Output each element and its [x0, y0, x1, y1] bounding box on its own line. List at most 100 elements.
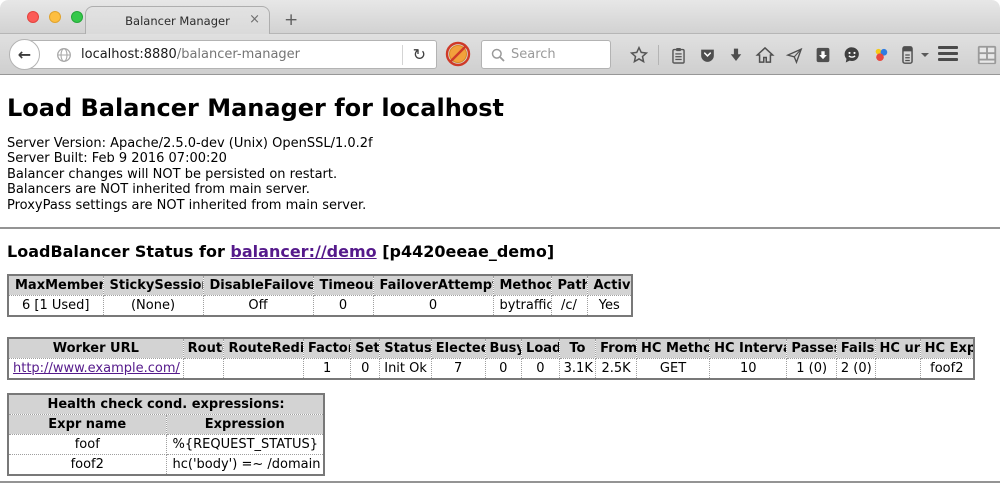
tab-balancer-manager[interactable]: Balancer Manager × [85, 6, 270, 34]
url-host: localhost:8880 [81, 47, 177, 62]
feedback-smiley-icon[interactable] [840, 43, 864, 67]
cell-factor: 1 [303, 359, 350, 380]
col-hc-expr: HC Expr [920, 338, 974, 359]
health-check-table: Health check cond. expressions: Expr nam… [7, 393, 325, 476]
table-header-row: Worker URL Route RouteRedir Factor Set S… [8, 338, 974, 359]
cell-routeredir [224, 359, 304, 380]
col-busy: Busy [485, 338, 522, 359]
table-row: http://www.example.com/ 1 0 Init Ok 7 0 … [8, 359, 974, 380]
toolbar-icon-row [627, 43, 929, 67]
url-bar[interactable]: localhost:8880/balancer-manager ↻ [24, 40, 437, 69]
title-bar: Balancer Manager × + [0, 0, 1000, 33]
window-controls [27, 11, 83, 23]
loadbalancer-status-heading: LoadBalancer Status for balancer://demo … [7, 242, 1000, 261]
server-version-line: Server Version: Apache/2.5.0-dev (Unix) … [7, 136, 1000, 151]
cell-expr-name: foof2 [8, 455, 166, 476]
menu-button[interactable] [938, 46, 958, 61]
col-factor: Factor [303, 338, 350, 359]
col-failoverattempts: FailoverAttempts [373, 275, 493, 296]
proxypass-inherit-line: ProxyPass settings are NOT inherited fro… [7, 198, 1000, 213]
home-icon[interactable] [753, 43, 777, 67]
minimize-window-button[interactable] [49, 11, 61, 23]
cell-timeout: 0 [313, 296, 373, 317]
search-icon [490, 47, 505, 62]
table-row: foof2 hc('body') =~ /domain is establish… [8, 455, 324, 476]
section-divider [0, 227, 1000, 229]
cell-fails: 2 (0) [836, 359, 875, 380]
url-text[interactable]: localhost:8880/balancer-manager [81, 47, 300, 62]
table-header-row: Expr name Expression [8, 415, 324, 435]
cell-hc-uri [875, 359, 920, 380]
balancer-demo-link[interactable]: balancer://demo [230, 242, 376, 261]
worker-table: Worker URL Route RouteRedir Factor Set S… [7, 337, 975, 380]
close-window-button[interactable] [27, 11, 39, 23]
server-info: Server Version: Apache/2.5.0-dev (Unix) … [7, 136, 1000, 213]
cell-from: 2.5K [596, 359, 637, 380]
cell-status: Init Ok [380, 359, 432, 380]
col-load: Load [522, 338, 560, 359]
col-route: Route [183, 338, 224, 359]
col-timeout: Timeout [313, 275, 373, 296]
cell-route [183, 359, 224, 380]
table-row: foof %{REQUEST_STATUS} =~ /^[234]/ [8, 435, 324, 455]
cell-active: Yes [587, 296, 632, 317]
back-button[interactable]: ← [9, 39, 40, 70]
worker-url-link[interactable]: http://www.example.com/ [13, 361, 180, 376]
col-passes: Passes [787, 338, 836, 359]
col-active: Active [587, 275, 632, 296]
cell-load: 0 [522, 359, 560, 380]
search-bar[interactable] [481, 40, 611, 69]
cell-elected: 7 [431, 359, 485, 380]
navigation-toolbar: ← localhost:8880/balancer-manager ↻ [0, 33, 1000, 75]
balancers-inherit-line: Balancers are NOT inherited from main se… [7, 182, 1000, 197]
cell-hc-expr: foof2 [920, 359, 974, 380]
zoom-window-button[interactable] [71, 11, 83, 23]
cell-stickysession: (None) [103, 296, 203, 317]
col-fails: Fails [836, 338, 875, 359]
col-elected: Elected [431, 338, 485, 359]
col-from: From [596, 338, 637, 359]
col-expr-name: Expr name [8, 415, 166, 435]
cell-hc-interval: 10 [710, 359, 787, 380]
tab-groups-icon[interactable] [976, 44, 998, 66]
cell-expr-name: foof [8, 435, 166, 455]
col-expression: Expression [166, 415, 324, 435]
table-header-row: MaxMembers StickySession DisableFailover… [8, 275, 632, 296]
cell-passes: 1 (0) [787, 359, 836, 380]
col-routeredir: RouteRedir [224, 338, 304, 359]
col-stickysession: StickySession [103, 275, 203, 296]
pocket-icon[interactable] [695, 43, 719, 67]
cell-busy: 0 [485, 359, 522, 380]
col-worker-url: Worker URL [8, 338, 183, 359]
cell-failoverattempts: 0 [373, 296, 493, 317]
bookmark-star-icon[interactable] [627, 43, 651, 67]
tab-close-icon[interactable]: × [249, 13, 260, 27]
search-input[interactable] [511, 47, 596, 62]
col-set: Set [351, 338, 380, 359]
reading-list-icon[interactable] [666, 43, 690, 67]
page-title: Load Balancer Manager for localhost [7, 94, 1000, 122]
reload-button[interactable]: ↻ [403, 45, 436, 64]
cell-expression: hc('body') =~ /domain is established/ [166, 455, 324, 476]
plugin-blocked-icon[interactable] [445, 41, 471, 67]
download-arrow-icon[interactable] [724, 43, 748, 67]
balancer-settings-table: MaxMembers StickySession DisableFailover… [7, 274, 633, 317]
bottom-divider [0, 481, 1000, 483]
color-dots-extension-icon[interactable] [869, 43, 893, 67]
cell-maxmembers: 6 [1 Used] [8, 296, 103, 317]
cell-path: /c/ [551, 296, 587, 317]
cell-method: bytraffic [493, 296, 551, 317]
status-heading-suffix: [p4420eeae_demo] [377, 242, 555, 261]
cell-to: 3.1K [559, 359, 596, 380]
cell-disablefailover: Off [203, 296, 313, 317]
browser-window: Balancer Manager × + ← localhost:8880/ba… [0, 0, 1000, 491]
new-tab-button[interactable]: + [284, 10, 298, 30]
col-path: Path [551, 275, 587, 296]
downloads-panel-icon[interactable] [811, 43, 835, 67]
share-plane-icon[interactable] [782, 43, 806, 67]
battery-extension-icon[interactable] [898, 43, 916, 67]
chevron-down-icon[interactable] [921, 53, 929, 61]
page-content: Load Balancer Manager for localhost Serv… [0, 76, 1000, 491]
persist-warning-line: Balancer changes will NOT be persisted o… [7, 167, 1000, 182]
cell-set: 0 [351, 359, 380, 380]
